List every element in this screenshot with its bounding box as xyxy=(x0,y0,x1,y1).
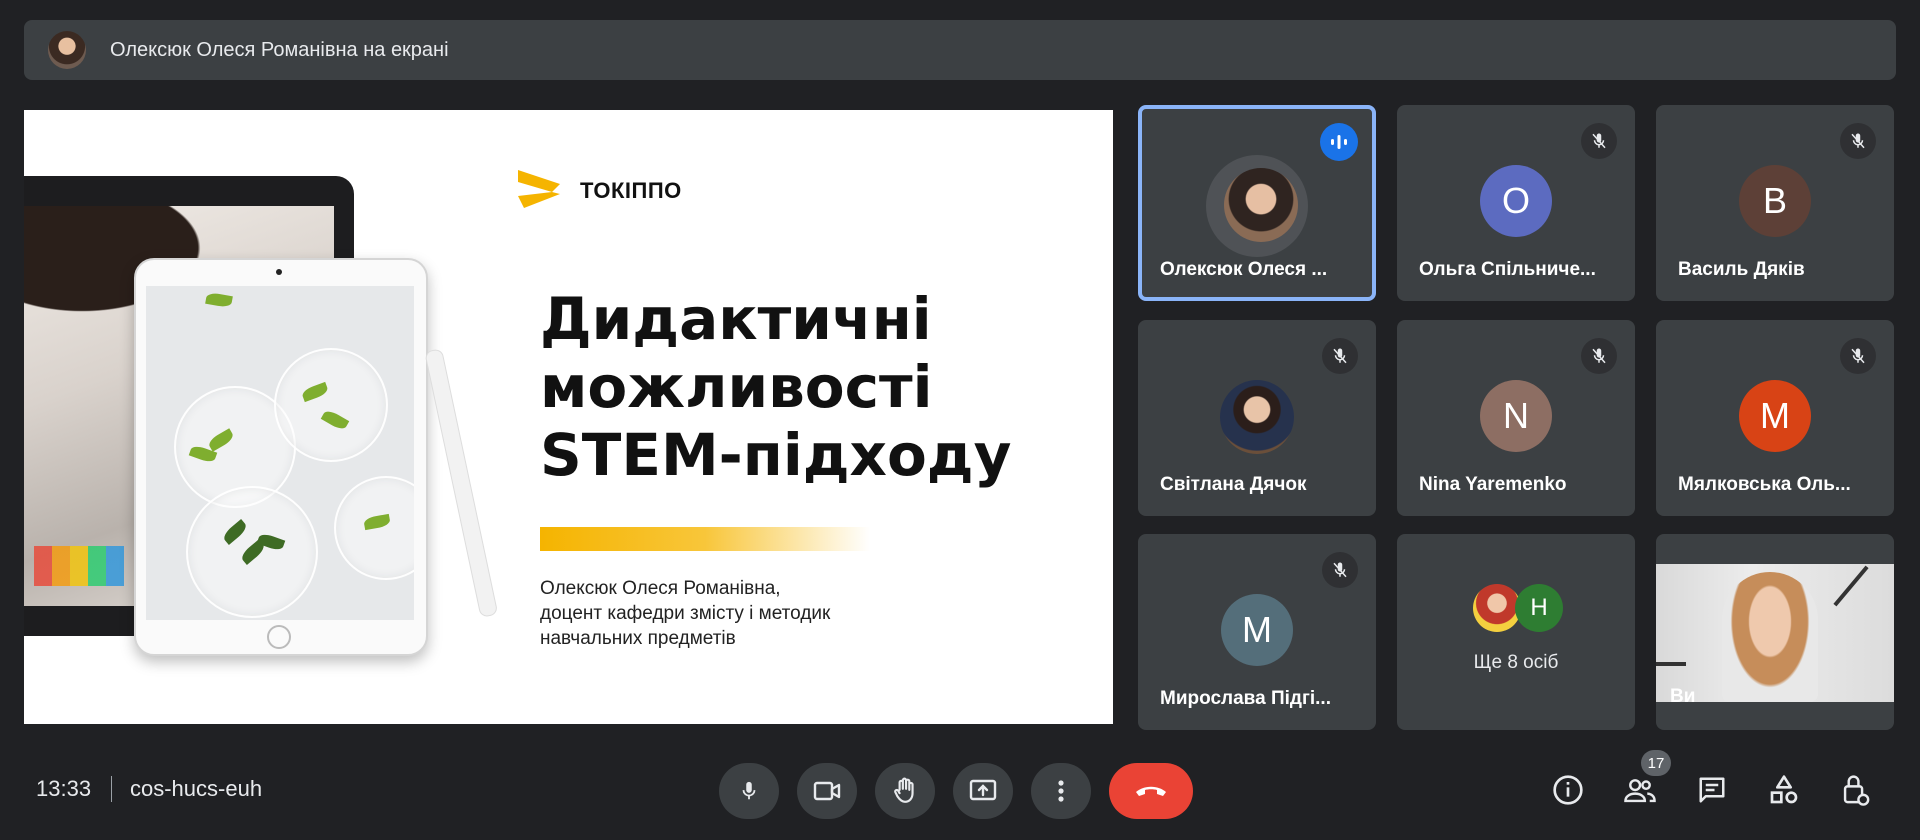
participant-name: Ольга Спільниче... xyxy=(1419,259,1596,280)
participant-tile[interactable]: N Nina Yaremenko xyxy=(1397,320,1635,516)
end-call-icon xyxy=(1136,786,1166,796)
host-controls-button[interactable] xyxy=(1836,770,1876,810)
slide-brand: ТОКІППО xyxy=(580,178,682,203)
speaking-indicator-icon xyxy=(1320,123,1358,161)
camera-icon xyxy=(813,781,841,801)
avatar xyxy=(1220,380,1294,454)
mic-off-icon xyxy=(1581,123,1617,159)
tokippo-logo-icon xyxy=(518,170,560,208)
presenter-avatar xyxy=(48,31,86,69)
present-icon xyxy=(969,779,997,801)
activities-icon xyxy=(1770,775,1798,804)
avatar: О xyxy=(1480,165,1552,237)
more-participants-tile[interactable]: Н Ще 8 осіб xyxy=(1397,534,1635,730)
slide-subtitle: Олексюк Олеся Романівна, доцент кафедри … xyxy=(540,578,831,649)
raise-hand-button[interactable] xyxy=(875,763,935,819)
info-icon xyxy=(1553,775,1583,805)
avatar: М xyxy=(1221,594,1293,666)
divider xyxy=(111,776,112,802)
chat-button[interactable] xyxy=(1692,770,1732,810)
participant-tile[interactable]: М Мялковська Оль... xyxy=(1656,320,1894,516)
mic-off-icon xyxy=(1840,338,1876,374)
shared-screen-slide: ТОКІППО Дидактичні можливості STEM-підхо… xyxy=(24,110,1113,724)
participant-tile[interactable]: М Мирослава Підгі... xyxy=(1138,534,1376,730)
chat-icon xyxy=(1699,777,1725,803)
mic-off-icon xyxy=(1840,123,1876,159)
self-view-tile[interactable]: Ви xyxy=(1656,534,1894,730)
mic-off-icon xyxy=(1322,338,1358,374)
tablet-illustration xyxy=(134,258,428,656)
presenter-banner: Олексюк Олеся Романівна на екрані xyxy=(24,20,1896,80)
presenter-banner-text: Олексюк Олеся Романівна на екрані xyxy=(110,38,449,61)
avatar: N xyxy=(1480,380,1552,452)
slide-title: Дидактичні можливості STEM-підходу xyxy=(540,285,1012,489)
more-icon xyxy=(1058,780,1064,802)
more-participants-label: Ще 8 осіб xyxy=(1473,652,1559,673)
mic-icon xyxy=(742,781,756,800)
participant-tile[interactable]: В Василь Дяків xyxy=(1656,105,1894,301)
people-button[interactable] xyxy=(1620,770,1660,810)
mic-button[interactable] xyxy=(719,763,779,819)
avatar xyxy=(1224,168,1298,242)
participant-name: Олексюк Олеся ... xyxy=(1160,259,1328,280)
clock: 13:33 xyxy=(36,776,92,801)
camera-button[interactable] xyxy=(797,763,857,819)
participant-name: Світлана Дячок xyxy=(1160,474,1307,495)
present-button[interactable] xyxy=(953,763,1013,819)
raise-hand-icon xyxy=(894,777,914,803)
avatar: Н xyxy=(1515,584,1563,632)
more-options-button[interactable] xyxy=(1031,763,1091,819)
participant-name: Nina Yaremenko xyxy=(1419,474,1567,495)
people-count-badge: 17 xyxy=(1641,750,1671,776)
participant-name: Ви xyxy=(1670,686,1696,707)
activities-button[interactable] xyxy=(1764,770,1804,810)
control-bar: 13:33 cos-hucs-euh 17 xyxy=(0,740,1920,840)
participant-tile[interactable]: Олексюк Олеся ... xyxy=(1138,105,1376,301)
avatar: М xyxy=(1739,380,1811,452)
avatar xyxy=(1473,584,1521,632)
participant-name: Мирослава Підгі... xyxy=(1160,688,1331,709)
mic-off-icon xyxy=(1322,552,1358,588)
participant-tile[interactable]: О Ольга Спільниче... xyxy=(1397,105,1635,301)
slide-accent-bar xyxy=(540,527,870,551)
info-button[interactable] xyxy=(1548,770,1588,810)
meeting-code: cos-hucs-euh xyxy=(130,776,263,801)
mic-off-icon xyxy=(1581,338,1617,374)
stylus-illustration xyxy=(424,348,499,618)
self-video xyxy=(1656,564,1894,702)
people-icon xyxy=(1624,779,1656,803)
participant-name: Василь Дяків xyxy=(1678,259,1805,280)
participant-tile[interactable]: Світлана Дячок xyxy=(1138,320,1376,516)
avatar: В xyxy=(1739,165,1811,237)
host-controls-icon xyxy=(1843,775,1870,806)
end-call-button[interactable] xyxy=(1109,763,1193,819)
participant-name: Мялковська Оль... xyxy=(1678,474,1851,495)
